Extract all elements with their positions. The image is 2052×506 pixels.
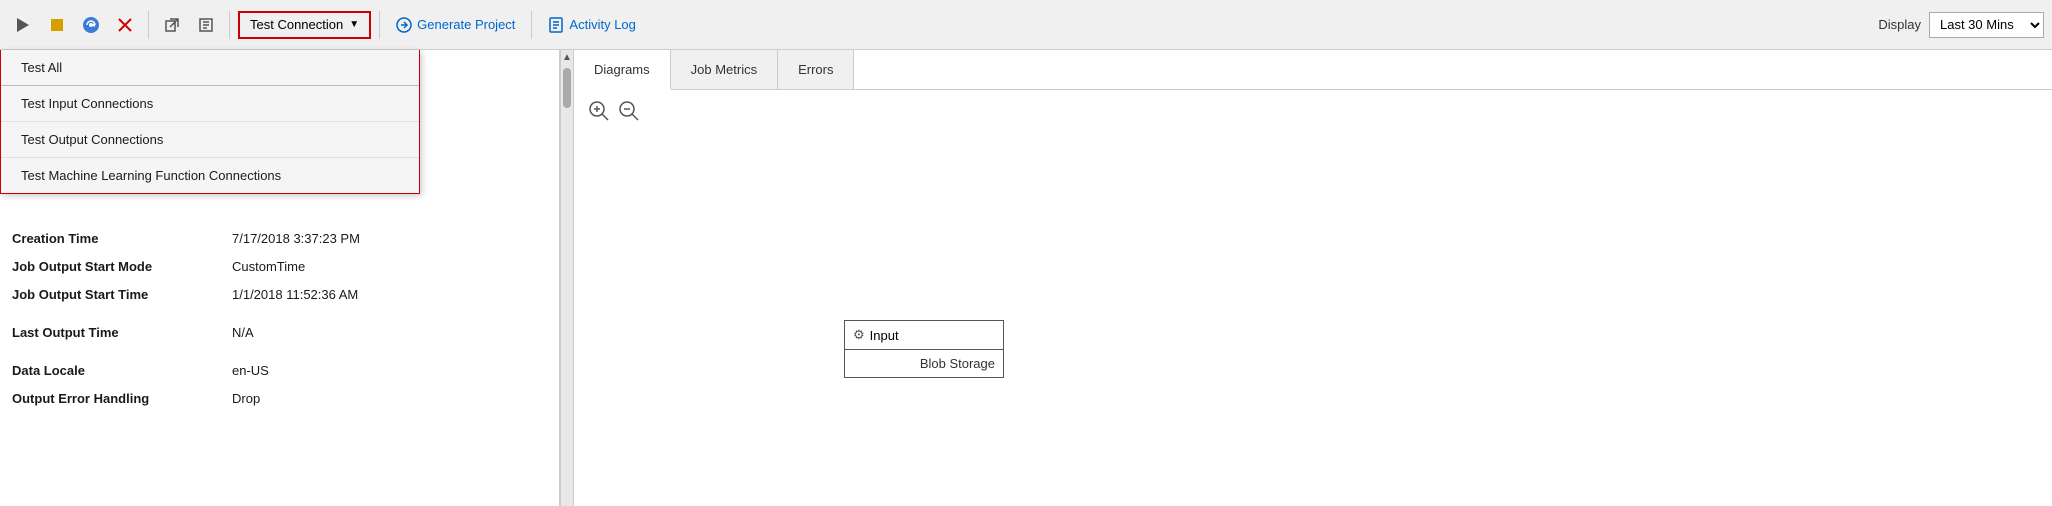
vertical-scrollbar[interactable]: ▲ <box>560 50 574 506</box>
test-connection-button[interactable]: Test Connection ▼ <box>238 11 371 39</box>
activity-log-link[interactable]: Activity Log <box>540 17 643 33</box>
prop-value-last-output: N/A <box>232 325 254 340</box>
dropdown-item-test-ml[interactable]: Test Machine Learning Function Connectio… <box>1 158 419 193</box>
properties-panel: Creation Time 7/17/2018 3:37:23 PM Job O… <box>0 225 559 506</box>
test-connection-dropdown: Test All Test Input Connections Test Out… <box>0 50 420 194</box>
scroll-up-icon[interactable]: ▲ <box>562 52 572 63</box>
prop-row-creation-time: Creation Time 7/17/2018 3:37:23 PM <box>12 225 547 253</box>
separator-3 <box>379 11 380 39</box>
dropdown-item-test-all[interactable]: Test All <box>1 50 419 86</box>
test-connection-label: Test Connection <box>250 17 343 32</box>
node-header-label: Input <box>870 328 899 343</box>
stop-button[interactable] <box>42 11 72 39</box>
toolbar: Test Connection ▼ Generate Project Activ… <box>0 0 2052 50</box>
tab-job-metrics-label: Job Metrics <box>691 62 757 77</box>
separator-1 <box>148 11 149 39</box>
open-external-button[interactable] <box>157 11 187 39</box>
tab-errors[interactable]: Errors <box>778 50 854 89</box>
display-label: Display <box>1878 17 1921 32</box>
prop-value-data-locale: en-US <box>232 363 269 378</box>
diagram-area: ⚙ Input Blob Storage <box>574 90 2052 506</box>
cancel-button[interactable] <box>110 11 140 39</box>
prop-label-data-locale: Data Locale <box>12 363 232 378</box>
dropdown-arrow-icon: ▼ <box>349 19 359 30</box>
prop-label-last-output: Last Output Time <box>12 325 232 340</box>
prop-row-output-start-time: Job Output Start Time 1/1/2018 11:52:36 … <box>12 281 547 309</box>
play-button[interactable] <box>8 11 38 39</box>
tab-diagrams[interactable]: Diagrams <box>574 50 671 90</box>
main-content: Test All Test Input Connections Test Out… <box>0 50 2052 506</box>
right-panel: Diagrams Job Metrics Errors <box>574 50 2052 506</box>
dropdown-item-test-input[interactable]: Test Input Connections <box>1 86 419 122</box>
prop-row-error-handling: Output Error Handling Drop <box>12 385 547 413</box>
diagram-canvas: ⚙ Input Blob Storage <box>574 90 2052 506</box>
prop-label-output-start-time: Job Output Start Time <box>12 287 232 302</box>
prop-row-last-output: Last Output Time N/A <box>12 319 547 347</box>
left-panel: Test All Test Input Connections Test Out… <box>0 50 560 506</box>
tabs-bar: Diagrams Job Metrics Errors <box>574 50 2052 90</box>
generate-project-link[interactable]: Generate Project <box>388 17 523 33</box>
prop-value-output-start-time: 1/1/2018 11:52:36 AM <box>232 287 358 302</box>
refresh-button[interactable] <box>76 11 106 39</box>
separator-2 <box>229 11 230 39</box>
prop-row-output-start-mode: Job Output Start Mode CustomTime <box>12 253 547 281</box>
prop-label-output-start-mode: Job Output Start Mode <box>12 259 232 274</box>
prop-value-output-start-mode: CustomTime <box>232 259 305 274</box>
prop-value-creation-time: 7/17/2018 3:37:23 PM <box>232 231 360 246</box>
separator-4 <box>531 11 532 39</box>
display-controls: Display Last 30 Mins Last 1 Hour Last 6 … <box>1878 12 2044 38</box>
tab-diagrams-label: Diagrams <box>594 62 650 77</box>
diagram-node-input[interactable]: ⚙ Input Blob Storage <box>844 320 1004 378</box>
dropdown-item-test-output[interactable]: Test Output Connections <box>1 122 419 158</box>
tab-job-metrics[interactable]: Job Metrics <box>671 50 778 89</box>
node-body-label: Blob Storage <box>920 356 995 371</box>
prop-row-data-locale: Data Locale en-US <box>12 357 547 385</box>
edit-button[interactable] <box>191 11 221 39</box>
node-gear-icon: ⚙ <box>853 327 865 343</box>
node-header: ⚙ Input <box>845 321 1003 350</box>
activity-log-label: Activity Log <box>569 17 635 32</box>
prop-label-creation-time: Creation Time <box>12 231 232 246</box>
scroll-thumb[interactable] <box>563 68 571 108</box>
prop-value-error-handling: Drop <box>232 391 260 406</box>
display-select[interactable]: Last 30 Mins Last 1 Hour Last 6 Hours La… <box>1929 12 2044 38</box>
generate-project-label: Generate Project <box>417 17 515 32</box>
tab-errors-label: Errors <box>798 62 833 77</box>
node-body: Blob Storage <box>845 350 1003 377</box>
prop-label-error-handling: Output Error Handling <box>12 391 232 406</box>
